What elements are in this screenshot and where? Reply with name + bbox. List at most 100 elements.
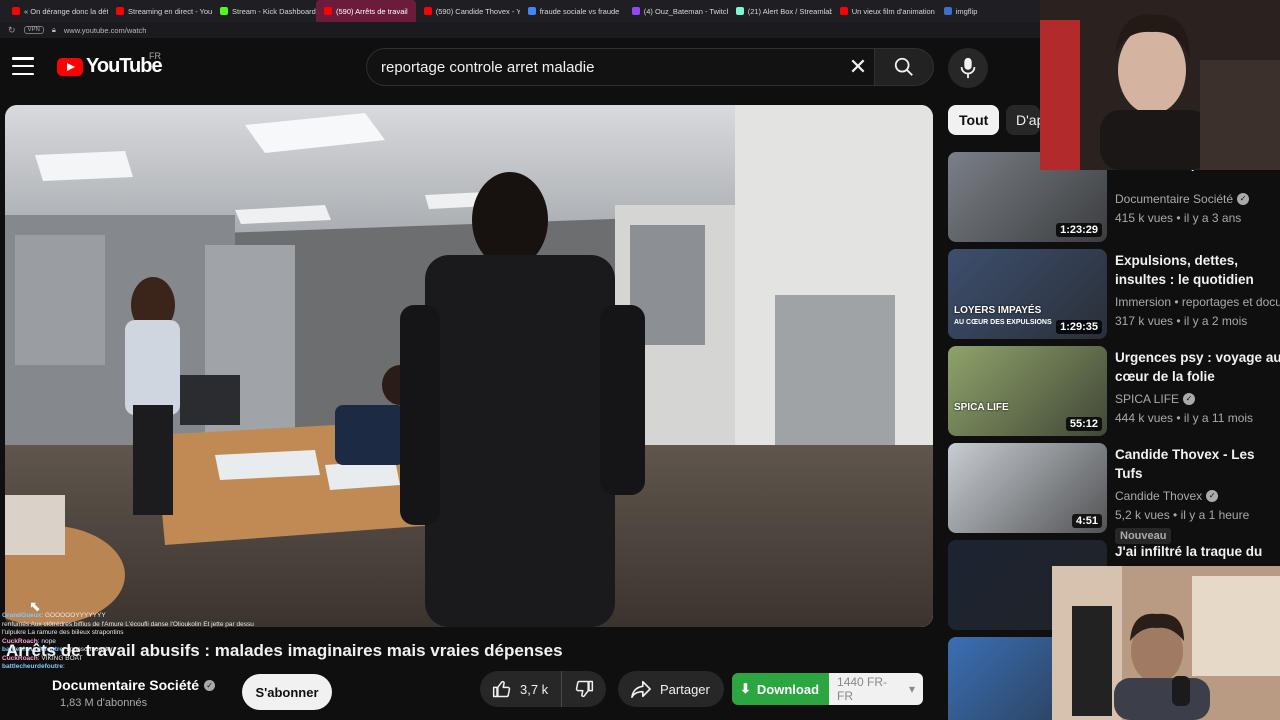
recommended-title[interactable]: Urgences psy : voyage au cœur de la foli… [1115, 348, 1280, 386]
recommended-title[interactable]: Expulsions, dettes, insultes : le quotid… [1115, 251, 1280, 289]
tab-favicon-icon [631, 7, 640, 15]
youtube-play-icon [57, 57, 83, 76]
subscribe-button[interactable]: S'abonner [242, 674, 332, 710]
youtube-header: YouTube FR ✕ [0, 38, 1040, 100]
thumbs-up-icon [492, 680, 511, 698]
dislike-button[interactable] [562, 671, 606, 707]
tab-label: (21) Alert Box / Streamlabs [747, 6, 832, 16]
download-arrow-icon: ⬇ [740, 681, 751, 696]
download-label: Download [756, 681, 820, 697]
channel-info[interactable]: Documentaire Société ✓ [52, 675, 216, 695]
recommended-title[interactable]: J'ai infiltré la traque du [1115, 542, 1280, 561]
subscriber-count: 1,83 M d'abonnés [60, 697, 148, 709]
thumbs-down-icon [575, 680, 594, 698]
tab-favicon-icon [423, 7, 432, 15]
tab-label: Stream - Kick Dashboard [232, 6, 316, 16]
region-label: FR [149, 51, 161, 61]
recommended-channel[interactable]: SPICA LIFE ✓ [1115, 392, 1196, 406]
video-duration: 55:12 [1065, 417, 1102, 431]
chat-text: GOOOOOYYYYYYY [45, 612, 106, 619]
share-button[interactable]: Partager [618, 671, 724, 707]
browser-tab[interactable]: « On dérange donc la dét [4, 0, 108, 22]
tab-favicon-icon [943, 7, 952, 15]
video-duration: 1:23:29 [1056, 223, 1102, 237]
recommended-video[interactable]: LOYERS IMPAYÉS AU CŒUR DES EXPULSIONS 1:29… [948, 249, 1280, 339]
tab-label: (590) Arrêts de travail [336, 6, 408, 16]
youtube-logo[interactable]: YouTube FR [57, 51, 163, 78]
recommended-meta: 415 k vues • il y a 3 ans [1115, 211, 1242, 225]
thumbnail-text: SPICA LIFE [954, 402, 1009, 413]
download-button[interactable]: ⬇ Download [732, 673, 830, 705]
tab-favicon-icon [220, 7, 228, 15]
tab-favicon-icon [839, 7, 848, 15]
recommended-meta: 444 k vues • il y a 11 mois [1115, 411, 1254, 425]
video-thumbnail[interactable]: 4:51 [948, 443, 1107, 533]
tab-label: Streaming en direct - You [128, 6, 212, 16]
tab-label: imgflip [955, 6, 978, 16]
search-input[interactable] [366, 48, 874, 86]
recommended-title[interactable]: Candide Thovex - Les Tufs [1115, 445, 1280, 483]
thumbnail-text: LOYERS IMPAYÉS [954, 305, 1042, 316]
like-count: 3,7 k [520, 681, 549, 697]
recommended-channel[interactable]: Candide Thovex ✓ [1115, 489, 1219, 503]
channel-label: Immersion • reportages et documentaires [1115, 295, 1280, 309]
chat-message: l'ulpukre La ramure des biileux strapont… [2, 629, 272, 638]
browser-tab[interactable]: Stream - Kick Dashboard [212, 0, 316, 22]
channel-name[interactable]: Documentaire Société [52, 677, 199, 693]
video-duration: 4:51 [1071, 514, 1102, 528]
tab-label: (590) Candide Thovex - Y [435, 6, 520, 16]
browser-tab[interactable]: fraude sociale vs fraude [520, 0, 624, 22]
reload-icon[interactable]: ↻ [8, 25, 16, 36]
verified-icon: ✓ [1183, 393, 1196, 405]
recommended-video[interactable]: SPICA LIFE 55:12 Urgences psy : voyage au … [948, 346, 1280, 436]
browser-tab[interactable]: Un vieux film d'animation [832, 0, 936, 22]
quality-select[interactable]: 1440 FR-FR ▾ [829, 673, 924, 705]
recommended-channel[interactable]: Documentaire Société ✓ [1115, 192, 1250, 206]
video-thumbnail[interactable]: SPICA LIFE 55:12 [948, 346, 1107, 436]
tab-label: (4) Ouz_Bateman - Twitch [643, 6, 728, 16]
chat-text: renfumés Aux clôtrédres biffius de l'Amu… [2, 620, 254, 628]
recommended-meta: 5,2 k vues • il y a 1 heure [1115, 508, 1250, 522]
channel-label: Documentaire Société [1115, 192, 1234, 206]
search-button[interactable] [874, 48, 934, 86]
voice-search-button[interactable] [948, 48, 988, 88]
recommended-video[interactable]: 4:51 Candide Thovex - Les Tufs Candide Tho… [948, 443, 1280, 544]
quality-value: 1440 FR-FR [837, 675, 888, 703]
browser-tab-bar: « On dérange donc la dét Streaming en dir… [0, 0, 1040, 22]
menu-icon[interactable] [12, 57, 34, 75]
tab-favicon-icon [12, 7, 20, 15]
tab-favicon-icon [527, 7, 536, 15]
streamer-webcam-top [1040, 0, 1280, 170]
browser-tab[interactable]: (4) Ouz_Bateman - Twitch [624, 0, 728, 22]
browser-tab[interactable]: Streaming en direct - You [108, 0, 212, 22]
share-icon [631, 680, 651, 698]
browser-tab[interactable]: (590) Arrêts de travail [316, 0, 416, 22]
video-player[interactable] [5, 105, 933, 627]
tab-label: fraude sociale vs fraude [539, 6, 620, 16]
chat-message: renfumés Aux clôtrédres biffius de l'Amu… [2, 621, 272, 630]
vpn-badge[interactable]: VPN [23, 26, 44, 34]
browser-tab[interactable]: (21) Alert Box / Streamlabs [728, 0, 832, 22]
browser-tab[interactable]: imgflip [936, 0, 986, 22]
video-thumbnail[interactable]: LOYERS IMPAYÉS AU CŒUR DES EXPULSIONS 1:29… [948, 249, 1107, 339]
recommended-meta: 317 k vues • il y a 2 mois [1115, 314, 1248, 328]
like-button[interactable]: 3,7 k [480, 671, 562, 707]
chat-message: battlecheurdefoutre: [2, 663, 65, 670]
webcam-image-2 [1052, 566, 1280, 720]
verified-icon: ✓ [204, 679, 216, 691]
tab-label: « On dérange donc la dét [24, 6, 108, 16]
chevron-down-icon: ▾ [908, 682, 916, 696]
browser-tab[interactable]: (590) Candide Thovex - Y [416, 0, 520, 22]
address-bar[interactable]: ↻ VPN 🔒︎ www.youtube.com/watch [0, 22, 1040, 38]
chip-all[interactable]: Tout [948, 105, 1000, 135]
clear-search-icon[interactable]: ✕ [846, 56, 870, 80]
tab-label: Un vieux film d'animation [851, 6, 935, 16]
like-dislike-group: 3,7 k [480, 671, 606, 707]
url-text[interactable]: www.youtube.com/watch [64, 26, 147, 35]
chip-from-channel[interactable]: D'après [1006, 105, 1040, 135]
chat-text: l'ulpukre La ramure des biileux strapont… [2, 629, 124, 636]
channel-label: Candide Thovex [1115, 489, 1203, 503]
video-frame [5, 105, 933, 627]
chat-message: GrandGueux: GOOOOOYYYYYYY [2, 612, 106, 619]
recommended-channel[interactable]: Immersion • reportages et documentaires [1115, 295, 1280, 309]
